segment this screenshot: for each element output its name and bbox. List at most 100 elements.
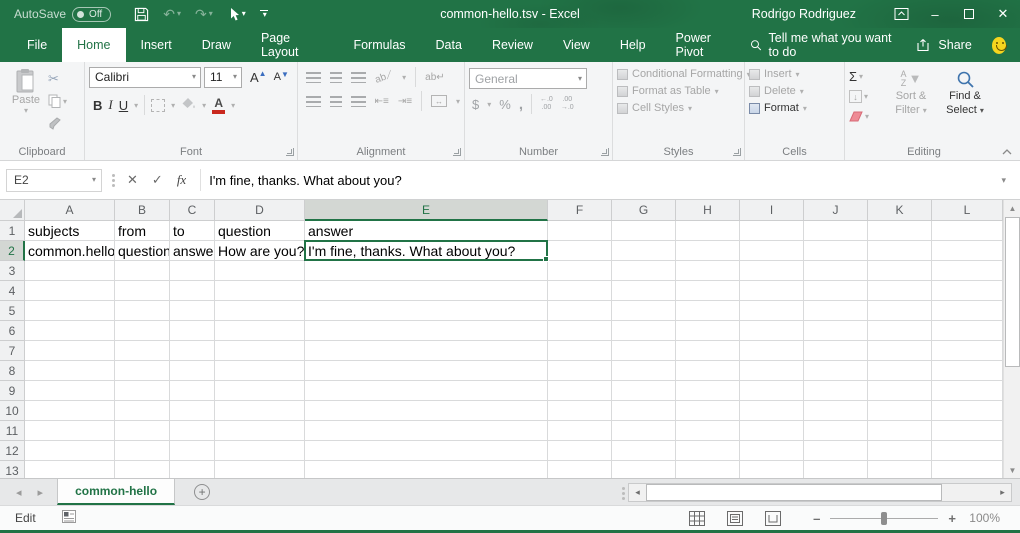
- insert-cells-button[interactable]: Insert▾: [749, 68, 840, 80]
- row-header-5[interactable]: 5: [0, 301, 25, 321]
- increase-font-size-button[interactable]: A▲: [250, 70, 267, 85]
- cell-I10[interactable]: [740, 401, 804, 421]
- cell-H13[interactable]: [676, 461, 740, 478]
- close-button[interactable]: ✕: [986, 0, 1020, 28]
- cell-J4[interactable]: [804, 281, 868, 301]
- cell-C6[interactable]: [170, 321, 215, 341]
- cell-G10[interactable]: [612, 401, 676, 421]
- scroll-left-button[interactable]: ◂: [629, 484, 646, 501]
- normal-view-button[interactable]: [689, 511, 705, 526]
- cell-C8[interactable]: [170, 361, 215, 381]
- cell-C11[interactable]: [170, 421, 215, 441]
- tab-data[interactable]: Data: [421, 28, 477, 62]
- cell-B13[interactable]: [115, 461, 170, 478]
- cell-H7[interactable]: [676, 341, 740, 361]
- cell-I13[interactable]: [740, 461, 804, 478]
- cell-E5[interactable]: [305, 301, 548, 321]
- cell-B11[interactable]: [115, 421, 170, 441]
- cell-F13[interactable]: [548, 461, 612, 478]
- cell-J13[interactable]: [804, 461, 868, 478]
- ribbon-display-options-button[interactable]: [884, 0, 918, 28]
- collapse-ribbon-button[interactable]: [1002, 148, 1012, 156]
- conditional-formatting-button[interactable]: Conditional Formatting▾: [617, 68, 740, 80]
- row-header-11[interactable]: 11: [0, 421, 25, 441]
- macro-record-button[interactable]: [62, 510, 76, 526]
- sheet-nav-left-button[interactable]: ◂: [16, 486, 22, 499]
- cell-J11[interactable]: [804, 421, 868, 441]
- cell-G3[interactable]: [612, 261, 676, 281]
- cell-E9[interactable]: [305, 381, 548, 401]
- cell-H2[interactable]: [676, 241, 740, 261]
- cell-A9[interactable]: [25, 381, 115, 401]
- cell-L8[interactable]: [932, 361, 1003, 381]
- fill-color-button[interactable]: [181, 97, 196, 113]
- cell-D5[interactable]: [215, 301, 305, 321]
- cell-I5[interactable]: [740, 301, 804, 321]
- row-header-8[interactable]: 8: [0, 361, 25, 381]
- cell-K8[interactable]: [868, 361, 932, 381]
- cell-K1[interactable]: [868, 221, 932, 241]
- tab-insert[interactable]: Insert: [126, 28, 187, 62]
- cell-C2[interactable]: answer: [170, 241, 215, 261]
- cell-styles-button[interactable]: Cell Styles▾: [617, 102, 740, 114]
- cell-I2[interactable]: [740, 241, 804, 261]
- cell-J12[interactable]: [804, 441, 868, 461]
- formula-input[interactable]: I'm fine, thanks. What about you?: [209, 173, 993, 188]
- tab-formulas[interactable]: Formulas: [338, 28, 420, 62]
- cell-C12[interactable]: [170, 441, 215, 461]
- cell-K9[interactable]: [868, 381, 932, 401]
- decrease-decimal-button[interactable]: .00→.0: [561, 96, 574, 112]
- cell-A3[interactable]: [25, 261, 115, 281]
- cell-E1[interactable]: answer: [305, 221, 548, 241]
- cell-D2[interactable]: How are you?: [215, 241, 305, 261]
- row-header-4[interactable]: 4: [0, 281, 25, 301]
- cell-J9[interactable]: [804, 381, 868, 401]
- cell-L9[interactable]: [932, 381, 1003, 401]
- redo-button[interactable]: ↷▾: [190, 2, 218, 26]
- cell-I8[interactable]: [740, 361, 804, 381]
- align-top-button[interactable]: [306, 72, 321, 83]
- cell-L7[interactable]: [932, 341, 1003, 361]
- cell-E3[interactable]: [305, 261, 548, 281]
- accounting-format-button[interactable]: $: [472, 97, 479, 112]
- cell-J6[interactable]: [804, 321, 868, 341]
- cell-D9[interactable]: [215, 381, 305, 401]
- cell-F12[interactable]: [548, 441, 612, 461]
- cell-B7[interactable]: [115, 341, 170, 361]
- cell-J7[interactable]: [804, 341, 868, 361]
- tab-draw[interactable]: Draw: [187, 28, 246, 62]
- cell-K4[interactable]: [868, 281, 932, 301]
- cell-E10[interactable]: [305, 401, 548, 421]
- cell-B3[interactable]: [115, 261, 170, 281]
- fill-button[interactable]: ↓▾: [849, 88, 883, 105]
- orientation-button[interactable]: ab⟋: [374, 69, 395, 86]
- column-header-E[interactable]: E: [305, 200, 548, 221]
- cell-G13[interactable]: [612, 461, 676, 478]
- cell-K7[interactable]: [868, 341, 932, 361]
- minimize-button[interactable]: –: [918, 0, 952, 28]
- drag-handle-icon[interactable]: [112, 179, 115, 182]
- column-header-G[interactable]: G: [612, 200, 676, 221]
- cell-J5[interactable]: [804, 301, 868, 321]
- cell-A1[interactable]: subjects: [25, 221, 115, 241]
- column-header-F[interactable]: F: [548, 200, 612, 221]
- cell-L6[interactable]: [932, 321, 1003, 341]
- cell-K11[interactable]: [868, 421, 932, 441]
- cell-H11[interactable]: [676, 421, 740, 441]
- cell-C3[interactable]: [170, 261, 215, 281]
- cell-K13[interactable]: [868, 461, 932, 478]
- cell-H1[interactable]: [676, 221, 740, 241]
- zoom-out-button[interactable]: –: [813, 511, 820, 526]
- tab-page-layout[interactable]: Page Layout: [246, 28, 339, 62]
- select-all-corner[interactable]: [0, 200, 25, 221]
- cell-C10[interactable]: [170, 401, 215, 421]
- font-size-combobox[interactable]: 11▾: [204, 67, 242, 88]
- cell-F1[interactable]: [548, 221, 612, 241]
- comma-style-button[interactable]: ,: [519, 96, 523, 113]
- enter-button[interactable]: ✓: [152, 172, 163, 188]
- cell-I7[interactable]: [740, 341, 804, 361]
- cell-J10[interactable]: [804, 401, 868, 421]
- name-box[interactable]: E2▾: [6, 169, 102, 192]
- page-break-preview-button[interactable]: [765, 511, 781, 526]
- tab-help[interactable]: Help: [605, 28, 661, 62]
